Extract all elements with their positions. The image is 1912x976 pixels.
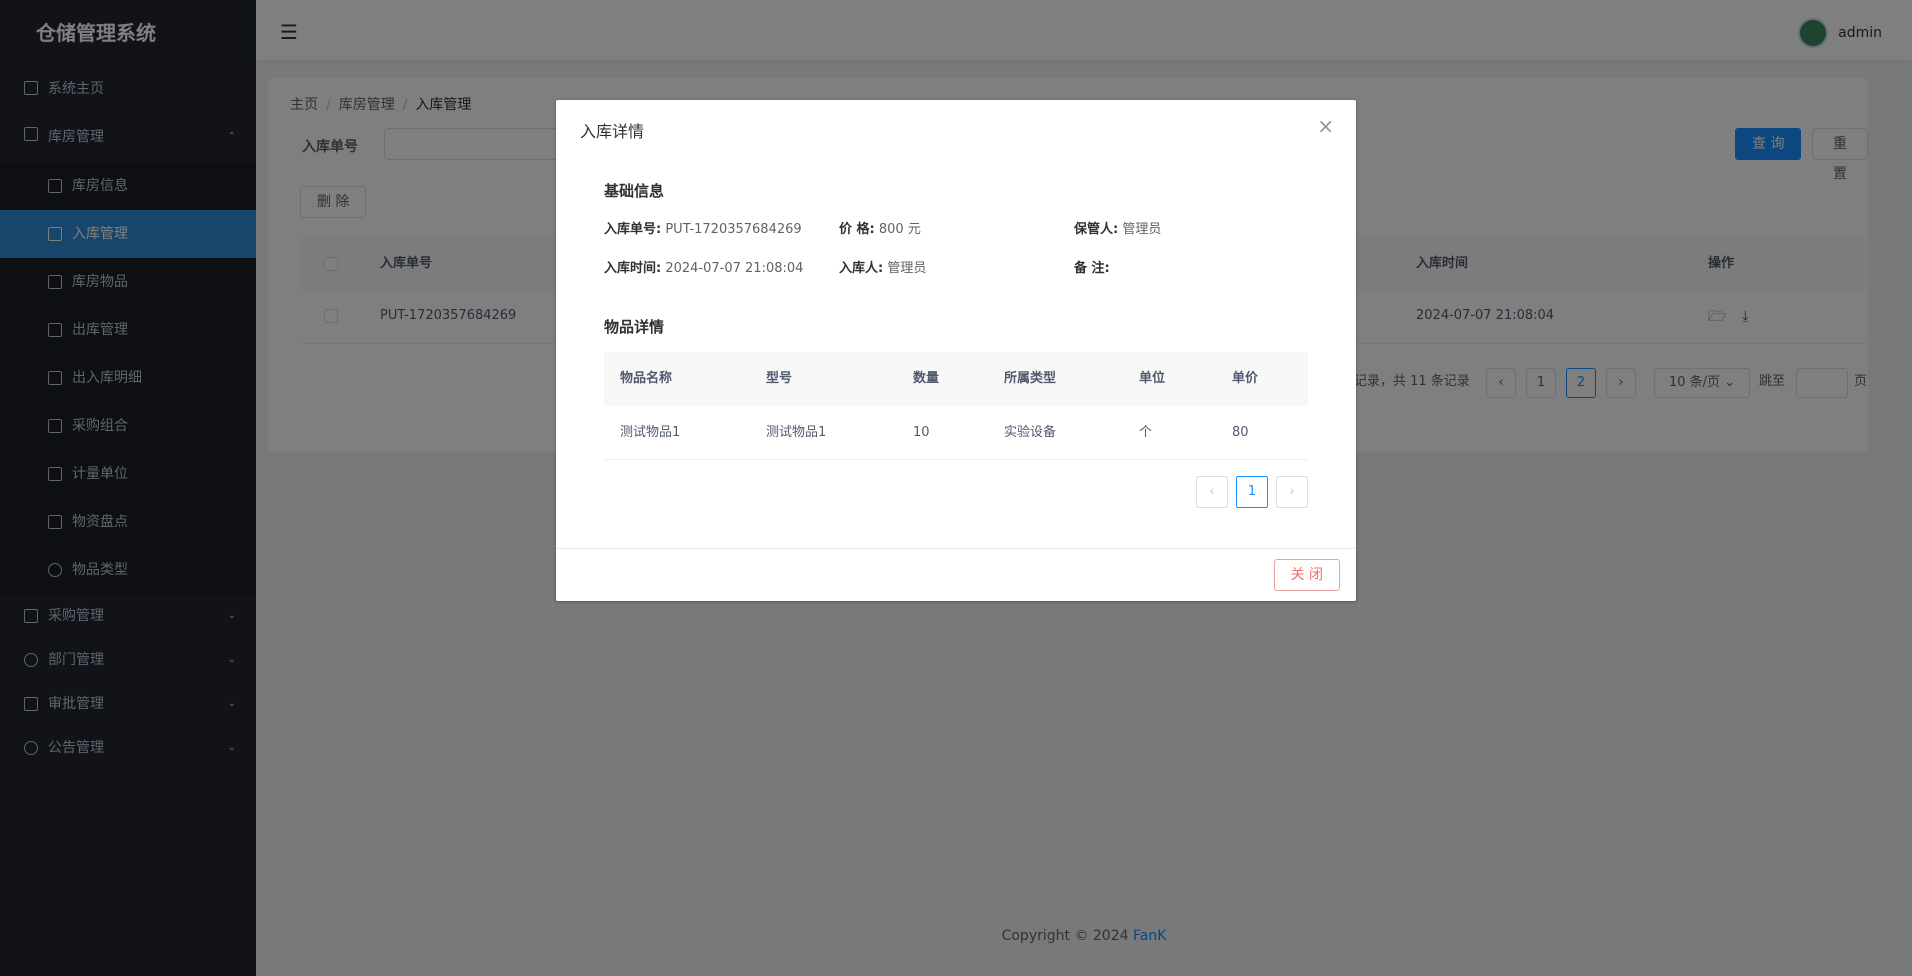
field-time-label: 入库时间: (604, 261, 662, 276)
field-keeper-label: 保管人: (1074, 222, 1119, 237)
field-time-value: 2024-07-07 21:08:04 (665, 261, 804, 276)
th-type: 所属类型 (1004, 371, 1057, 386)
th-item-name: 物品名称 (620, 371, 673, 386)
th-unit-price: 单价 (1232, 371, 1259, 386)
field-keeper: 保管人: 管理员 (1074, 218, 1161, 237)
field-time: 入库时间: 2024-07-07 21:08:04 (604, 257, 803, 276)
th-quantity: 数量 (913, 371, 940, 386)
modal-next-page-button[interactable]: › (1276, 476, 1308, 508)
field-person-value: 管理员 (887, 261, 927, 276)
cell-quantity: 10 (913, 425, 930, 440)
modal-page-1-button[interactable]: 1 (1236, 476, 1268, 508)
th-model: 型号 (766, 371, 793, 386)
modal-title: 入库详情 (580, 122, 645, 141)
cell-item-name: 测试物品1 (620, 425, 681, 440)
modal-footer: 关 闭 (556, 548, 1356, 601)
th-unit: 单位 (1139, 371, 1166, 386)
modal-prev-page-button[interactable]: ‹ (1196, 476, 1228, 508)
cell-unit: 个 (1139, 425, 1153, 440)
field-note: 备 注: (1074, 257, 1110, 276)
field-code-value: PUT-1720357684269 (665, 222, 802, 237)
basic-info-heading: 基础信息 (604, 182, 665, 200)
close-button[interactable]: 关 闭 (1273, 559, 1340, 591)
field-price: 价 格: 800 元 (839, 218, 921, 237)
field-code: 入库单号: PUT-1720357684269 (604, 218, 802, 237)
field-price-value: 800 元 (878, 222, 921, 237)
items-heading: 物品详情 (604, 318, 665, 336)
field-keeper-value: 管理员 (1122, 222, 1162, 237)
inbound-detail-modal: 入库详情 × 基础信息 入库单号: PUT-1720357684269 价 格:… (556, 100, 1356, 601)
cell-model: 测试物品1 (766, 425, 827, 440)
field-price-label: 价 格: (839, 222, 875, 237)
field-person-label: 入库人: (839, 261, 884, 276)
cell-unit-price: 80 (1232, 425, 1249, 440)
close-icon[interactable]: × (1317, 114, 1334, 138)
cell-type: 实验设备 (1004, 425, 1057, 440)
field-code-label: 入库单号: (604, 222, 662, 237)
field-note-label: 备 注: (1074, 261, 1110, 276)
items-table-header: 物品名称 型号 数量 所属类型 单位 单价 (604, 352, 1308, 406)
table-row: 测试物品1 测试物品1 10 实验设备 个 80 (604, 406, 1308, 460)
field-person: 入库人: 管理员 (839, 257, 926, 276)
